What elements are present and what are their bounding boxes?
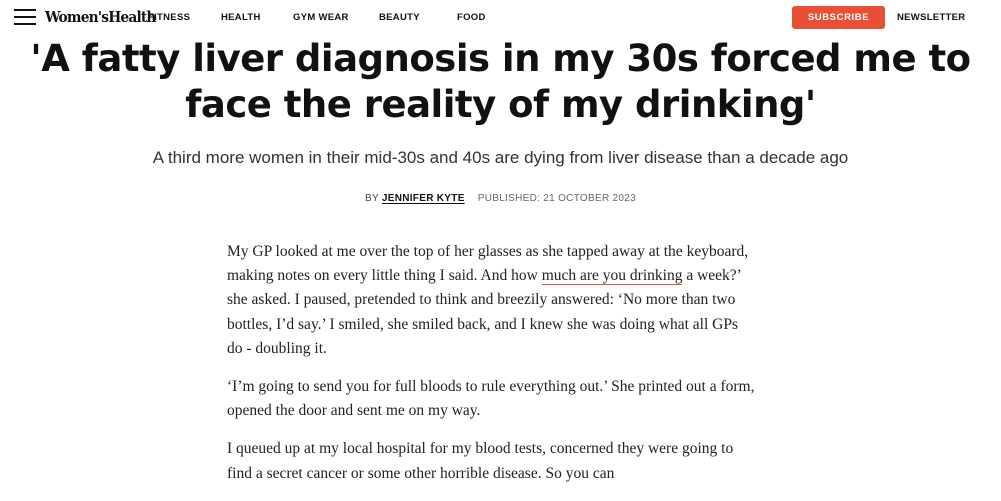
nav-item-health[interactable]: HEALTH	[221, 12, 261, 23]
article-paragraph: My GP looked at me over the top of her g…	[227, 240, 757, 361]
nav-item-fitness[interactable]: FITNESS	[148, 12, 190, 23]
publish-date: PUBLISHED: 21 OCTOBER 2023	[477, 193, 636, 204]
article-paragraph: ‘I’m going to send you for full bloods t…	[227, 378, 755, 420]
author-link[interactable]: JENNIFER KYTE	[382, 193, 465, 204]
site-logo[interactable]: Women'sHealth	[45, 8, 156, 26]
article-byline: BY JENNIFER KYTE PUBLISHED: 21 OCTOBER 2…	[0, 193, 1001, 204]
nav-item-gym-wear[interactable]: GYM WEAR	[293, 12, 349, 23]
article-subheadline: A third more women in their mid-30s and …	[152, 148, 849, 167]
subscribe-button[interactable]: SUBSCRIBE	[792, 6, 885, 29]
article-paragraph: I queued up at my local hospital for my …	[227, 440, 734, 482]
hamburger-menu-icon[interactable]	[14, 9, 36, 26]
byline-prefix: BY	[365, 193, 379, 204]
nav-item-beauty[interactable]: BEAUTY	[379, 12, 420, 23]
newsletter-link[interactable]: NEWSLETTER	[897, 12, 965, 23]
top-navigation-bar: Women'sHealth FITNESS HEALTH GYM WEAR BE…	[0, 0, 1001, 34]
nav-item-food[interactable]: FOOD	[457, 12, 486, 23]
article-body: My GP looked at me over the top of her g…	[227, 240, 757, 500]
article-headline: 'A fatty liver diagnosis in my 30s force…	[30, 37, 971, 126]
inline-article-link[interactable]: much are you drinking	[541, 267, 683, 286]
